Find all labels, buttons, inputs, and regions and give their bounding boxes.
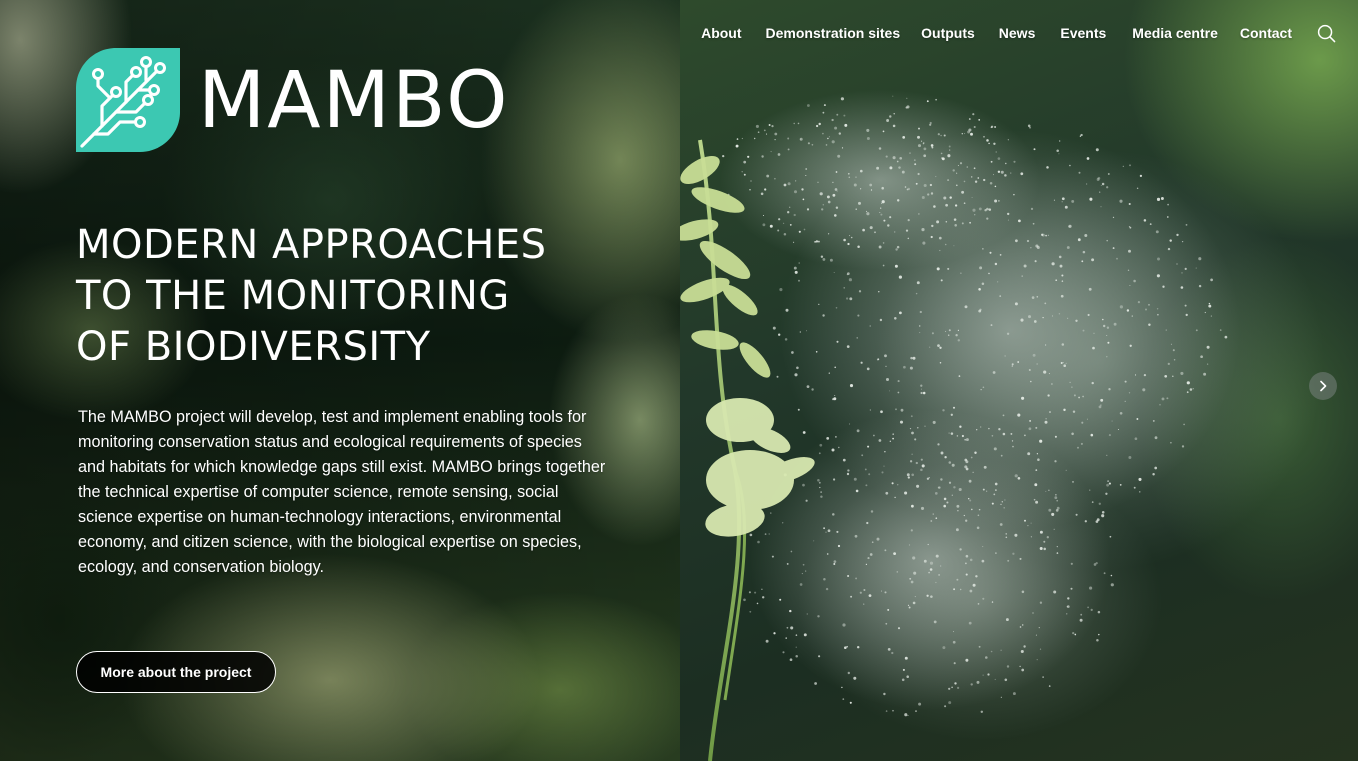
- more-about-project-button[interactable]: More about the project: [76, 651, 276, 693]
- main-navigation: About Demonstration sites Outputs News E…: [701, 0, 1358, 66]
- headline-line: TO THE MONITORING: [76, 273, 510, 319]
- leaf-circuit-icon: [76, 48, 180, 152]
- headline-line: OF BIODIVERSITY: [76, 324, 431, 370]
- hero-photo: [680, 0, 1358, 761]
- chevron-right-icon: [1320, 380, 1327, 392]
- logo-wordmark: MAMBO: [198, 56, 510, 146]
- nav-item-outputs[interactable]: Outputs: [921, 25, 975, 41]
- pollen-spray-image: [680, 90, 1240, 761]
- hero-headline: MODERN APPROACHES TO THE MONITORING OF B…: [76, 220, 656, 373]
- nav-item-contact[interactable]: Contact: [1240, 25, 1292, 41]
- nav-item-news[interactable]: News: [999, 25, 1036, 41]
- search-button[interactable]: [1316, 23, 1336, 43]
- site-logo[interactable]: MAMBO: [76, 48, 510, 152]
- nav-item-about[interactable]: About: [701, 25, 741, 41]
- headline-line: MODERN APPROACHES: [76, 222, 547, 268]
- nav-item-media-centre[interactable]: Media centre: [1132, 25, 1218, 41]
- hero-description: The MAMBO project will develop, test and…: [78, 408, 606, 576]
- search-icon: [1317, 24, 1335, 42]
- nav-item-events[interactable]: Events: [1060, 25, 1106, 41]
- carousel-next-button[interactable]: [1309, 372, 1337, 400]
- nav-item-demonstration-sites[interactable]: Demonstration sites: [766, 25, 901, 41]
- page: About Demonstration sites Outputs News E…: [0, 0, 1358, 761]
